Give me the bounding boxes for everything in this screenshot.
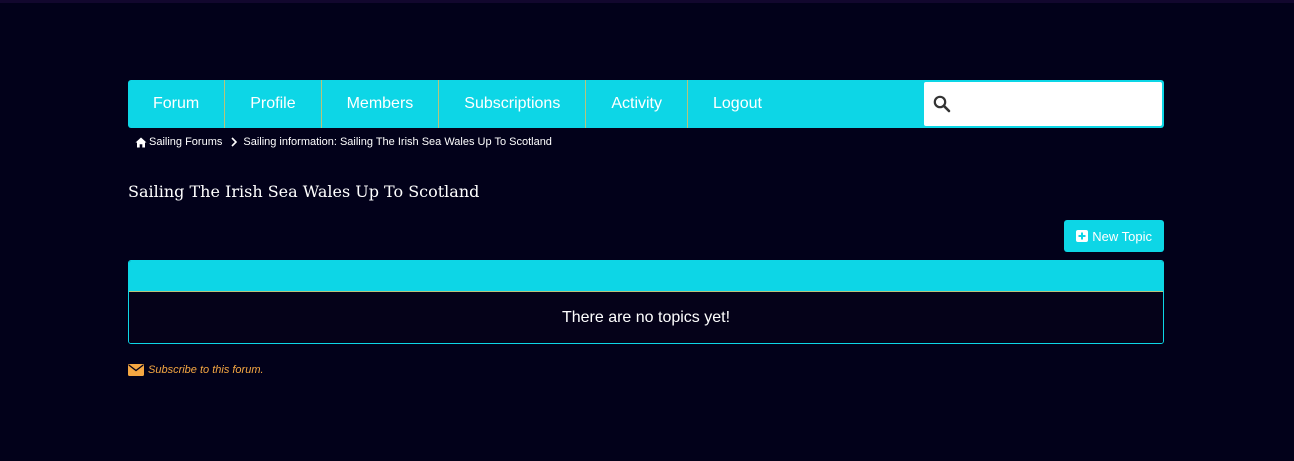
envelope-icon [128, 364, 144, 376]
topics-empty-state: There are no topics yet! [129, 292, 1163, 343]
new-topic-label: New Topic [1092, 228, 1152, 244]
nav-subscriptions[interactable]: Subscriptions [439, 80, 587, 128]
search-box [924, 82, 1162, 126]
subscribe-link[interactable]: Subscribe to this forum. [128, 364, 1164, 376]
breadcrumb-current-link[interactable]: Sailing information: Sailing The Irish S… [243, 136, 552, 148]
nav-members[interactable]: Members [322, 80, 440, 128]
nav-logout[interactable]: Logout [688, 80, 787, 128]
subscribe-label: Subscribe to this forum. [148, 364, 264, 376]
nav-activity[interactable]: Activity [586, 80, 688, 128]
plus-square-icon [1076, 230, 1089, 242]
chevron-right-icon [231, 137, 238, 147]
main-navbar: Forum Profile Members Subscriptions Acti… [128, 80, 1164, 128]
forum-container: Forum Profile Members Subscriptions Acti… [128, 80, 1164, 376]
search-input[interactable] [960, 83, 1162, 125]
breadcrumb-home-link[interactable]: Sailing Forums [149, 136, 222, 148]
breadcrumb: Sailing Forums Sailing information: Sail… [135, 135, 1164, 149]
nav-profile[interactable]: Profile [225, 80, 322, 128]
action-row: New Topic [128, 220, 1164, 252]
topics-table: There are no topics yet! [128, 260, 1164, 344]
top-strip [0, 0, 1294, 3]
nav-forum[interactable]: Forum [128, 80, 226, 128]
page-title: Sailing The Irish Sea Wales Up To Scotla… [128, 182, 480, 201]
home-icon [135, 137, 147, 148]
new-topic-button[interactable]: New Topic [1064, 220, 1164, 252]
topics-header [129, 261, 1163, 292]
empty-message: There are no topics yet! [561, 308, 731, 326]
search-icon[interactable] [924, 95, 960, 113]
